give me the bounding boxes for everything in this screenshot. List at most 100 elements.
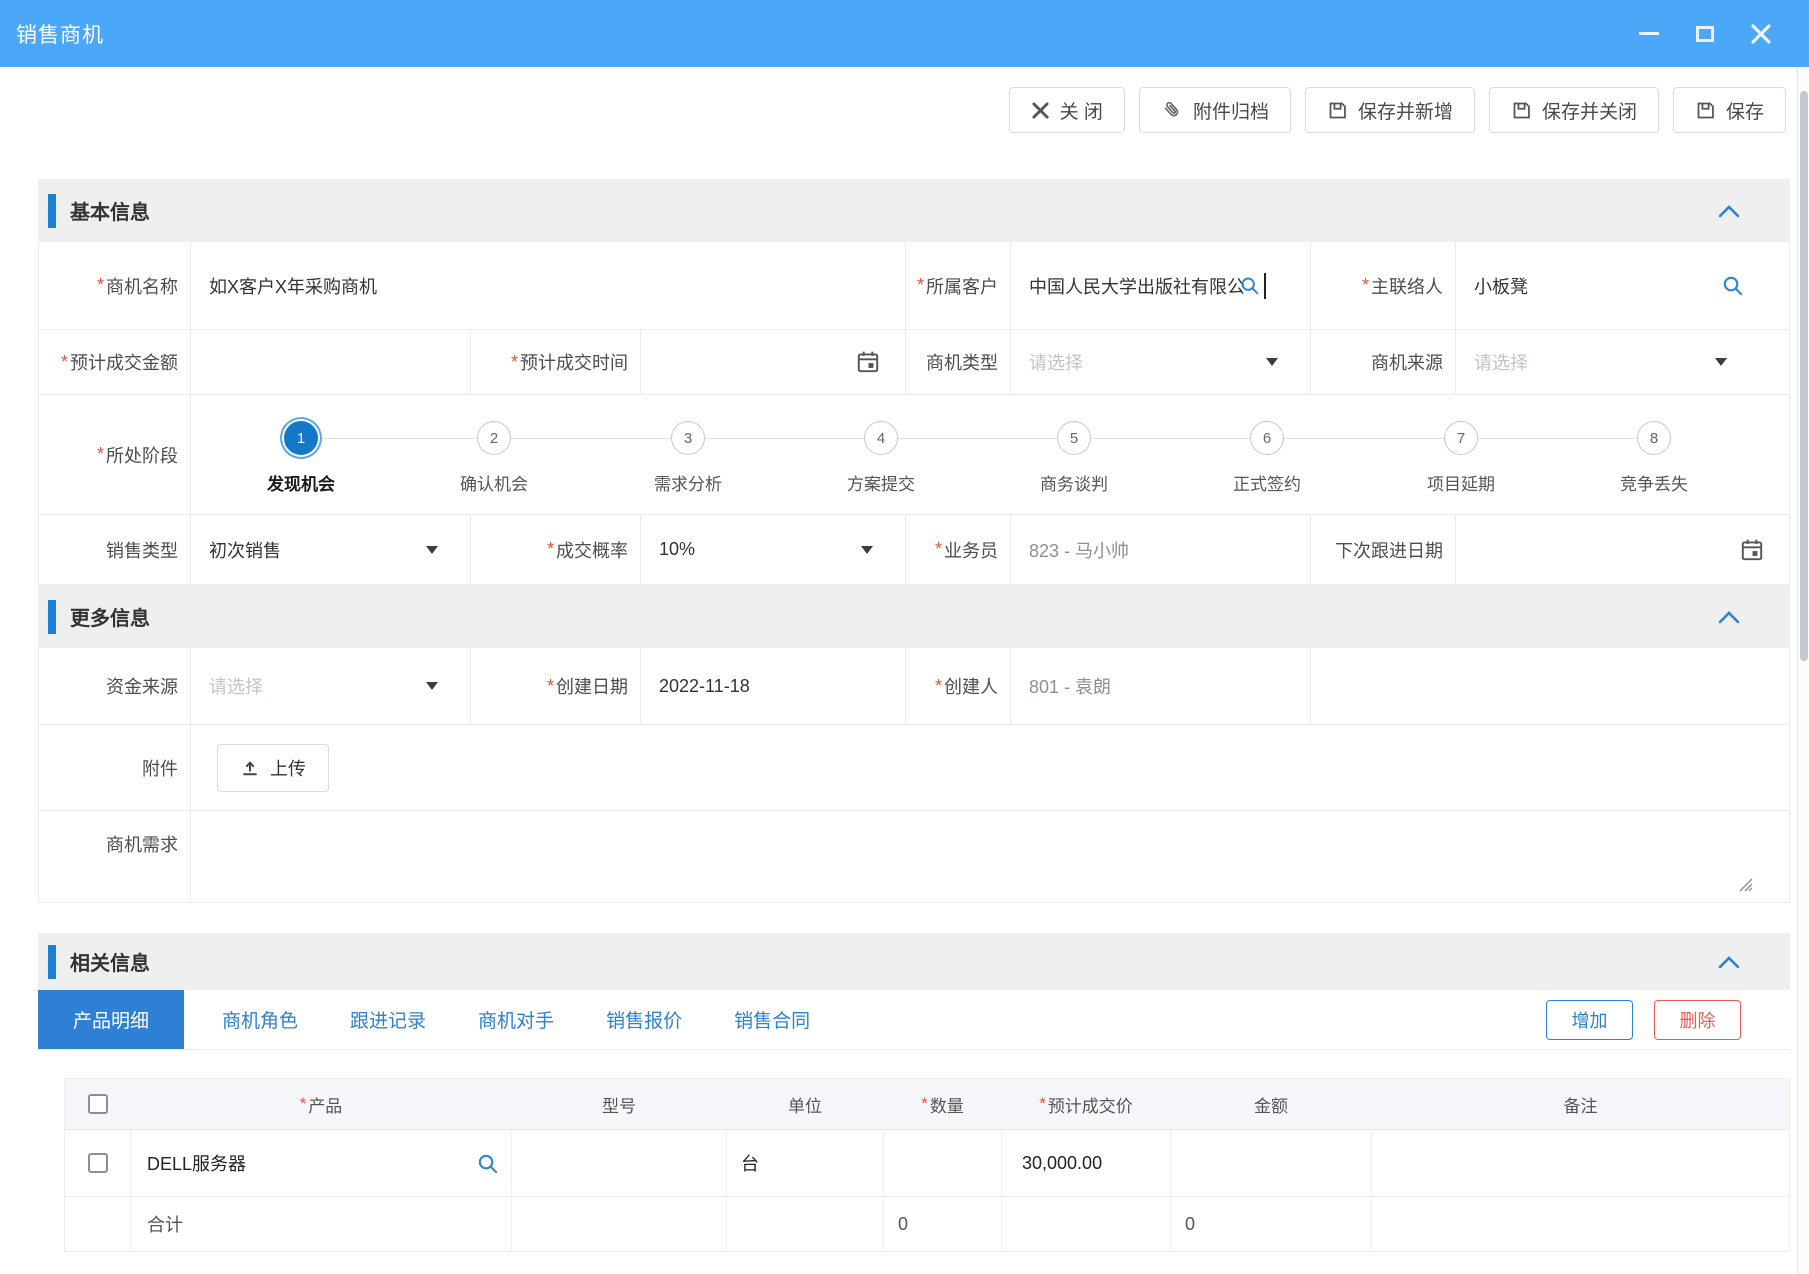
resize-handle[interactable] <box>1736 875 1753 892</box>
fund-source-select[interactable]: 请选择 <box>191 648 471 725</box>
stage-step-5[interactable]: 5 商务谈判 <box>1014 421 1134 495</box>
field-row: 资金来源 请选择 *创建日期 2022-11-18 *创建人 801 - 袁朗 <box>38 648 1790 725</box>
opp-type-label: 商机类型 <box>906 330 1011 395</box>
window-titlebar: 销售商机 <box>0 0 1809 67</box>
maximize-icon <box>1696 26 1714 42</box>
creator-field[interactable]: 801 - 袁朗 <box>1011 648 1311 725</box>
stage-step-4[interactable]: 4 方案提交 <box>821 421 941 495</box>
scrollbar[interactable] <box>1797 67 1809 1274</box>
select-all-checkbox[interactable] <box>88 1094 108 1114</box>
tab-product-detail[interactable]: 产品明细 <box>38 990 184 1049</box>
stage-step-label: 竞争丢失 <box>1594 470 1714 495</box>
expected-amount-field[interactable] <box>191 330 471 395</box>
requirement-textarea[interactable] <box>191 811 1790 903</box>
stage-step-1[interactable]: 1 发现机会 <box>241 421 361 495</box>
stage-step-label: 项目延期 <box>1401 470 1521 495</box>
add-row-button[interactable]: 增加 <box>1546 1000 1633 1040</box>
opp-source-select[interactable]: 请选择 <box>1456 330 1790 395</box>
minimize-button[interactable] <box>1637 22 1661 46</box>
date-picker-button[interactable] <box>855 349 881 375</box>
customer-field[interactable]: 中国人民大学出版社有限公 <box>1011 242 1311 330</box>
tab-opp-rival[interactable]: 商机对手 <box>464 990 568 1049</box>
more-info-title: 更多信息 <box>70 602 150 631</box>
salesman-field[interactable]: 823 - 马小帅 <box>1011 515 1311 585</box>
col-qty: *数量 <box>884 1079 1002 1130</box>
tab-opp-role[interactable]: 商机角色 <box>208 990 312 1049</box>
stage-step-6[interactable]: 6 正式签约 <box>1207 421 1327 495</box>
section-accent-bar <box>48 194 56 228</box>
close-button[interactable]: 关 闭 <box>1009 87 1125 133</box>
next-follow-date-field[interactable] <box>1456 515 1790 585</box>
contact-search-button[interactable] <box>1721 274 1744 297</box>
required-mark: * <box>547 676 554 697</box>
model-cell[interactable] <box>512 1130 727 1197</box>
collapse-basic-button[interactable] <box>1718 204 1740 218</box>
product-cell[interactable]: DELL服务器 <box>131 1130 512 1197</box>
search-icon[interactable] <box>1239 275 1260 296</box>
create-date-field[interactable]: 2022-11-18 <box>641 648 906 725</box>
label-text: 商机名称 <box>106 273 178 299</box>
empty-cell <box>1372 1197 1790 1252</box>
expected-amount-label: *预计成交金额 <box>39 330 191 395</box>
tab-sales-quote[interactable]: 销售报价 <box>592 990 696 1049</box>
stage-step-7[interactable]: 7 项目延期 <box>1401 421 1521 495</box>
stage-step-8[interactable]: 8 竞争丢失 <box>1594 421 1714 495</box>
save-icon <box>1695 100 1716 121</box>
select-all-cell <box>65 1079 131 1130</box>
field-row: 销售类型 初次销售 *成交概率 10% *业务员 823 - 马小帅 下次跟进日… <box>38 515 1790 585</box>
remark-cell[interactable] <box>1372 1130 1790 1197</box>
label-text: 创建日期 <box>556 673 628 699</box>
header-text: 备注 <box>1564 1092 1598 1117</box>
search-icon <box>1721 274 1744 297</box>
row-checkbox[interactable] <box>88 1153 108 1173</box>
salesman-value: 823 - 马小帅 <box>1029 537 1129 563</box>
opp-type-select[interactable]: 请选择 <box>1011 330 1311 395</box>
expected-date-field[interactable] <box>641 330 906 395</box>
sales-type-select[interactable]: 初次销售 <box>191 515 471 585</box>
save-new-button[interactable]: 保存并新增 <box>1305 87 1475 133</box>
stage-step-3[interactable]: 3 需求分析 <box>628 421 748 495</box>
stage-step-2[interactable]: 2 确认机会 <box>434 421 554 495</box>
section-accent-bar <box>48 600 56 634</box>
customer-label: *所属客户 <box>906 242 1011 330</box>
probability-select[interactable]: 10% <box>641 515 906 585</box>
scrollbar-thumb[interactable] <box>1800 91 1808 661</box>
delete-row-button[interactable]: 删除 <box>1654 1000 1741 1040</box>
unit-value: 台 <box>741 1150 759 1176</box>
dropdown-arrow-icon <box>426 546 438 554</box>
close-window-button[interactable] <box>1749 22 1773 46</box>
attachment-label: 附件 <box>39 725 191 811</box>
amount-cell[interactable] <box>1171 1130 1372 1197</box>
contact-field[interactable]: 小板凳 <box>1456 242 1790 330</box>
collapse-related-button[interactable] <box>1718 955 1740 969</box>
tab-sales-contract[interactable]: 销售合同 <box>720 990 824 1049</box>
stage-step-label: 方案提交 <box>821 470 941 495</box>
save-close-button[interactable]: 保存并关闭 <box>1489 87 1659 133</box>
close-icon <box>1750 23 1772 45</box>
upload-button[interactable]: 上传 <box>217 744 329 792</box>
stage-step-circle: 5 <box>1057 421 1091 455</box>
label-text: 预计成交时间 <box>520 349 628 375</box>
col-product: *产品 <box>131 1079 512 1130</box>
unit-cell[interactable]: 台 <box>727 1130 884 1197</box>
opp-name-field[interactable]: 如X客户X年采购商机 <box>191 242 906 330</box>
price-cell[interactable]: 30,000.00 <box>1002 1130 1171 1197</box>
label-text: 资金来源 <box>106 673 178 699</box>
tab-follow-record[interactable]: 跟进记录 <box>336 990 440 1049</box>
required-mark: * <box>61 352 68 373</box>
attachment-archive-button[interactable]: 附件归档 <box>1139 87 1291 133</box>
label-text: 商机类型 <box>926 349 998 375</box>
price-value: 30,000.00 <box>1022 1153 1102 1174</box>
maximize-button[interactable] <box>1693 22 1717 46</box>
save-button[interactable]: 保存 <box>1673 87 1786 133</box>
collapse-more-button[interactable] <box>1718 610 1740 624</box>
probability-value: 10% <box>659 539 695 560</box>
qty-cell[interactable] <box>884 1130 1002 1197</box>
upload-label: 上传 <box>270 755 306 781</box>
empty-cell <box>727 1197 884 1252</box>
basic-info-section-header: 基本信息 <box>38 179 1790 242</box>
chevron-up-icon <box>1718 610 1740 624</box>
opp-name-value: 如X客户X年采购商机 <box>209 273 377 299</box>
date-picker-button[interactable] <box>1739 537 1765 563</box>
product-search-button[interactable] <box>476 1152 499 1175</box>
